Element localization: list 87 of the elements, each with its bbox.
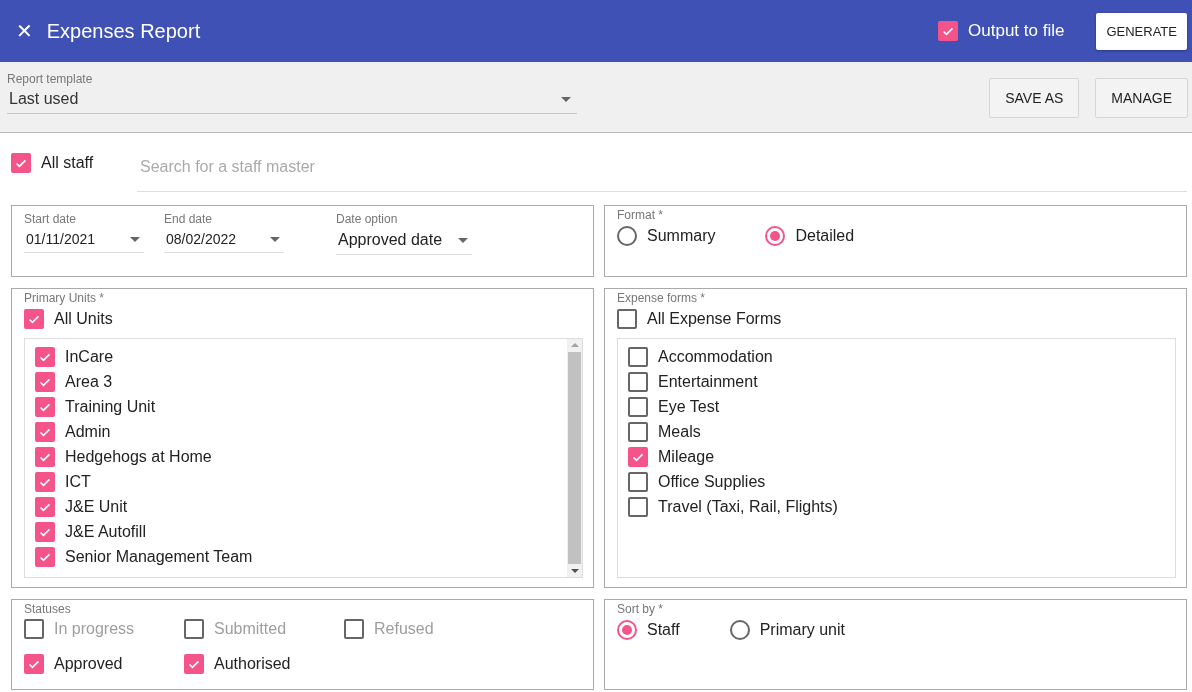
checkbox[interactable]: [24, 619, 44, 639]
checkbox[interactable]: [628, 397, 648, 417]
date-field[interactable]: End date 08/02/2022: [164, 212, 284, 255]
checkbox-label: Training Unit: [65, 398, 156, 416]
checkbox[interactable]: [628, 347, 648, 367]
field-value: Approved date: [338, 231, 443, 249]
panel-label: Primary Units *: [24, 291, 105, 305]
template-select[interactable]: Report template Last used: [7, 72, 577, 114]
checkbox[interactable]: [628, 372, 648, 392]
checkbox[interactable]: [628, 447, 648, 467]
field-value: 01/11/2021: [26, 231, 96, 247]
dropdown-caret-icon[interactable]: [458, 237, 468, 243]
date-option-select[interactable]: Date option Approved date: [336, 212, 472, 255]
checkbox[interactable]: [344, 619, 364, 639]
checkbox-label: J&E Autofill: [65, 523, 146, 541]
toolbar-button[interactable]: MANAGE: [1095, 78, 1188, 118]
checkbox-label: Hedgehogs at Home: [65, 448, 212, 466]
checkbox-label: Approved: [54, 655, 123, 673]
panel-label: Sort by *: [617, 602, 665, 616]
checkbox[interactable]: [35, 372, 55, 392]
checkbox[interactable]: [35, 522, 55, 542]
checkbox-label: Senior Management Team: [65, 548, 253, 566]
checkbox-label: All staff: [41, 153, 94, 172]
checkbox[interactable]: [938, 21, 959, 41]
checkbox-label: Travel (Taxi, Rail, Flights): [658, 498, 838, 516]
date-field[interactable]: Start date 01/11/2021: [24, 212, 144, 255]
dropdown-caret-icon[interactable]: [270, 236, 280, 242]
checkbox[interactable]: [617, 309, 637, 329]
dropdown-caret-icon[interactable]: [561, 96, 571, 102]
checkbox[interactable]: [35, 397, 55, 417]
radio-button[interactable]: [617, 226, 637, 246]
dropdown-caret-icon[interactable]: [130, 236, 140, 242]
radio-button[interactable]: [765, 226, 786, 246]
checkbox[interactable]: [24, 309, 44, 329]
checkbox[interactable]: [35, 422, 55, 442]
radio-label: Detailed: [795, 227, 855, 245]
checkbox-label: Refused: [374, 620, 434, 638]
panel-label: Statuses: [24, 602, 72, 616]
checkbox-label: Submitted: [214, 620, 287, 638]
scrollbar-thumb[interactable]: [568, 352, 581, 564]
scroll-down-arrow-icon[interactable]: [570, 569, 579, 573]
checkbox-label: Eye Test: [658, 398, 720, 416]
checkbox[interactable]: [184, 654, 204, 674]
toolbar-button[interactable]: SAVE AS: [989, 78, 1080, 118]
checkbox-label: Mileage: [658, 448, 715, 466]
field-label: Report template: [7, 72, 94, 86]
checkbox[interactable]: [184, 619, 204, 639]
checkbox[interactable]: [628, 497, 648, 517]
checkbox-label: ICT: [65, 473, 91, 491]
field-label: Date option: [336, 212, 399, 226]
radio-button[interactable]: [729, 620, 750, 640]
checkbox[interactable]: [628, 472, 648, 492]
panel-label: Expense forms *: [617, 291, 707, 305]
checkbox-label: Meals: [658, 423, 701, 441]
checkbox-label: Output to file: [968, 21, 1065, 41]
checkbox-label: Accommodation: [658, 348, 773, 366]
window-title: Expenses Report: [46, 19, 201, 43]
checkbox-label: Entertainment: [658, 373, 758, 391]
checkbox-label: J&E Unit: [65, 498, 128, 516]
scroll-up-arrow-icon[interactable]: [570, 343, 579, 347]
radio-label: Summary: [647, 227, 716, 245]
generate-button[interactable]: GENERATE: [1096, 12, 1187, 50]
checkbox-label: All Units: [54, 310, 113, 328]
checkbox[interactable]: [35, 447, 55, 467]
checkbox-label: Office Supplies: [658, 473, 766, 491]
checkbox[interactable]: [628, 422, 648, 442]
field-label: Start date: [24, 212, 78, 226]
checkbox[interactable]: [35, 347, 55, 367]
radio-label: Staff: [647, 621, 680, 639]
checkbox[interactable]: [11, 152, 31, 173]
checkbox-label: All Expense Forms: [647, 310, 782, 328]
select-value: Last used: [9, 90, 79, 108]
checkbox[interactable]: [24, 654, 44, 674]
checkbox[interactable]: [35, 472, 55, 492]
checkbox-label: In progress: [54, 620, 135, 638]
panel-label: Format *: [617, 208, 664, 222]
checkbox[interactable]: [35, 497, 55, 517]
radio-button[interactable]: [617, 620, 637, 640]
checkbox-label: Area 3: [65, 373, 113, 391]
scrollbar[interactable]: [567, 339, 582, 577]
checkbox-label: Authorised: [214, 655, 291, 673]
checkbox-label: Admin: [65, 423, 111, 441]
field-value: 08/02/2022: [166, 231, 237, 247]
checkbox-label: InCare: [65, 348, 114, 366]
radio-label: Primary unit: [759, 621, 845, 639]
checkbox[interactable]: [35, 547, 55, 567]
field-label: End date: [164, 212, 214, 226]
